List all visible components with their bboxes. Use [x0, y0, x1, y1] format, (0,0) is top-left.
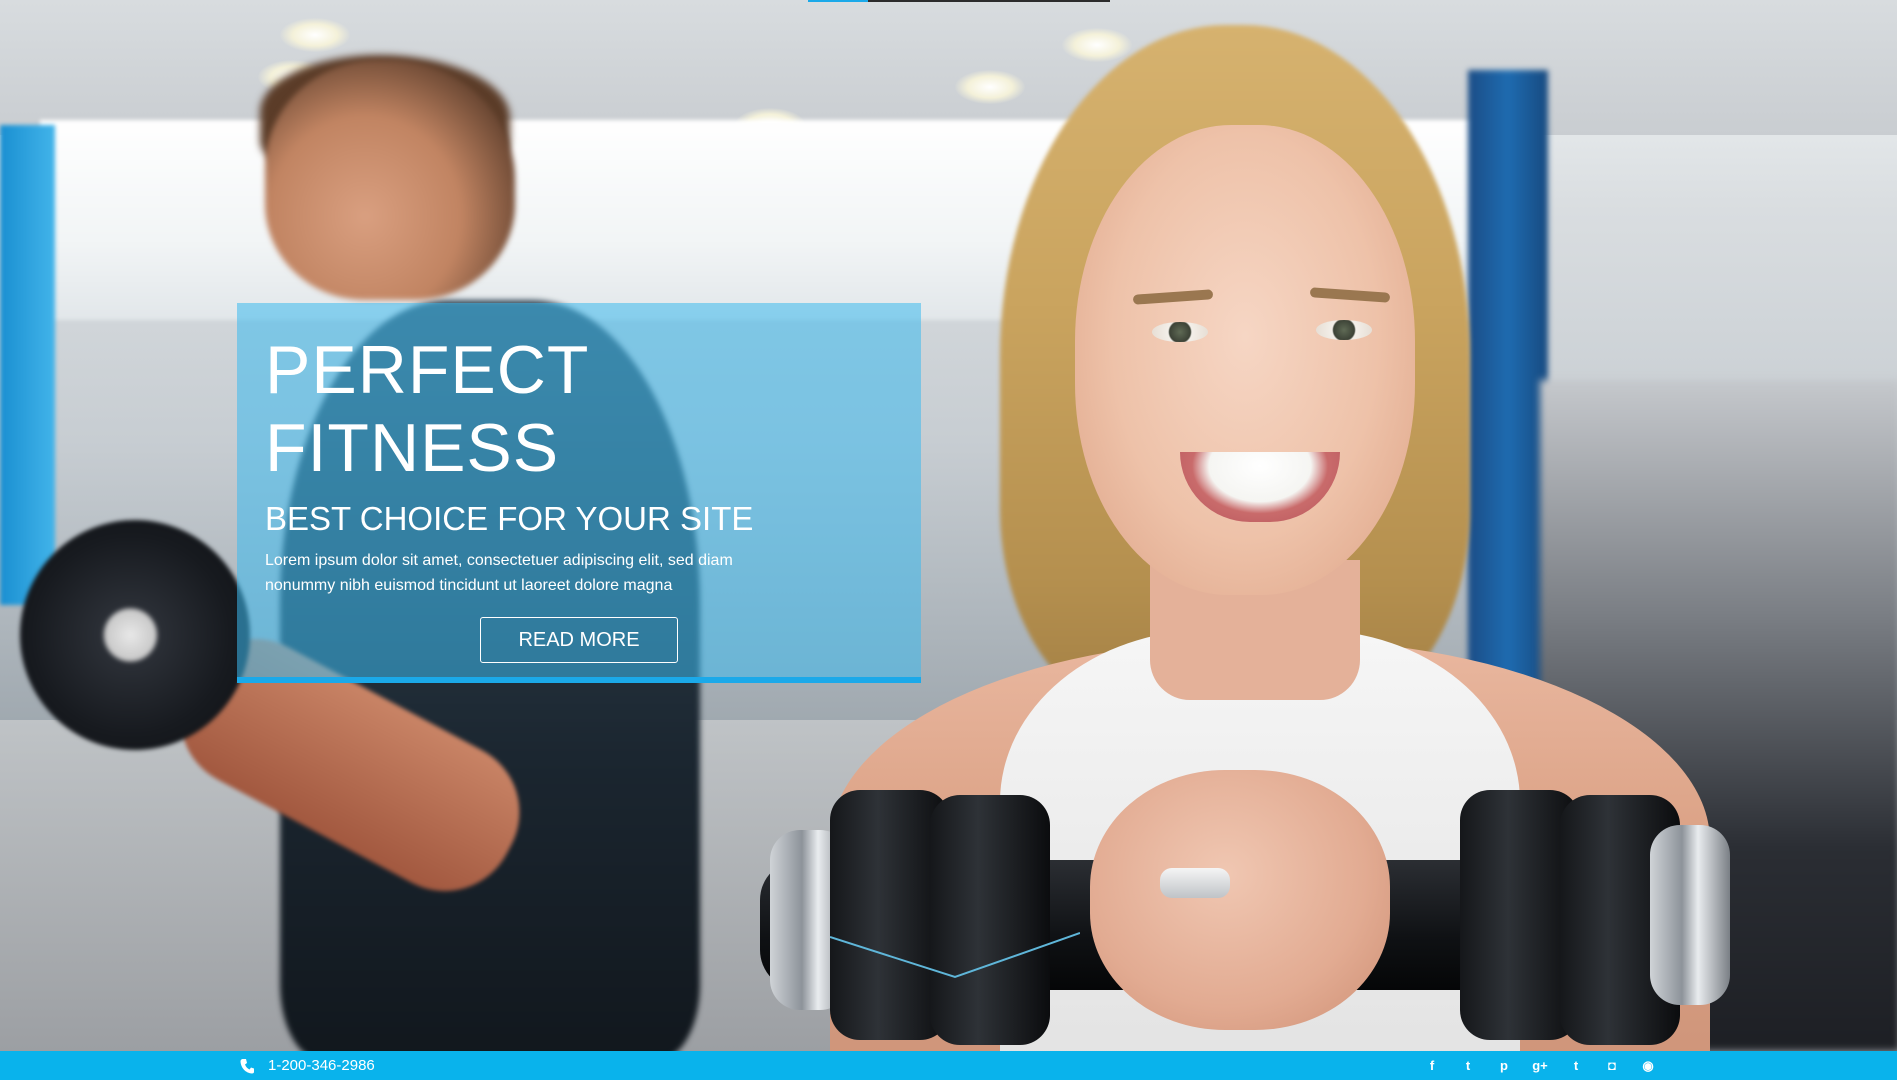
man-head [265, 60, 515, 300]
man-dumbbell [20, 520, 250, 750]
slide-description: Lorem ipsum dolor sit amet, consectetuer… [265, 548, 825, 598]
slide-description-line2: nonummy nibh euismod tincidunt ut laoree… [265, 577, 673, 594]
woman-eye [1316, 320, 1372, 340]
rss-icon[interactable]: ◉ [1639, 1057, 1657, 1075]
ceiling-light [955, 70, 1025, 104]
slide-caption-box: PERFECT FITNESS BEST CHOICE FOR YOUR SIT… [237, 303, 921, 683]
dumbbell-plate [930, 795, 1050, 1045]
blue-pillar [1468, 70, 1548, 710]
read-more-button[interactable]: READ MORE [480, 617, 678, 663]
bottom-bar: 1-200-346-2986 f t p g+ t ◘ ◉ [0, 1051, 1897, 1080]
woman-fist [1090, 770, 1390, 1030]
instagram-icon[interactable]: ◘ [1603, 1057, 1621, 1075]
phone-contact[interactable]: 1-200-346-2986 [240, 1051, 375, 1080]
scroll-down-chevron-icon[interactable] [830, 925, 1080, 985]
google-plus-icon[interactable]: g+ [1531, 1057, 1549, 1075]
dumbbell-plate [1650, 825, 1730, 1005]
slide-title-line2: FITNESS [265, 410, 560, 486]
slide-subtitle: BEST CHOICE FOR YOUR SITE [265, 500, 754, 537]
slider-progress-fill [808, 0, 869, 2]
pinterest-icon[interactable]: p [1495, 1057, 1513, 1075]
facebook-icon[interactable]: f [1423, 1057, 1441, 1075]
tumblr-icon[interactable]: t [1567, 1057, 1585, 1075]
phone-number: 1-200-346-2986 [268, 1057, 375, 1074]
woman-eye [1152, 322, 1208, 342]
slide-title-line1: PERFECT [265, 332, 590, 408]
woman-ring [1160, 868, 1230, 898]
phone-icon [240, 1058, 254, 1073]
twitter-icon[interactable]: t [1459, 1057, 1477, 1075]
blue-pillar [0, 125, 55, 605]
slider-progress-bar [808, 0, 1110, 2]
ceiling-light [280, 18, 350, 52]
slide-description-line1: Lorem ipsum dolor sit amet, consectetuer… [265, 552, 733, 569]
ceiling-light [1062, 28, 1132, 62]
slide-title: PERFECT FITNESS [265, 331, 589, 487]
social-links: f t p g+ t ◘ ◉ [1423, 1051, 1657, 1080]
woman-face [1075, 125, 1415, 595]
